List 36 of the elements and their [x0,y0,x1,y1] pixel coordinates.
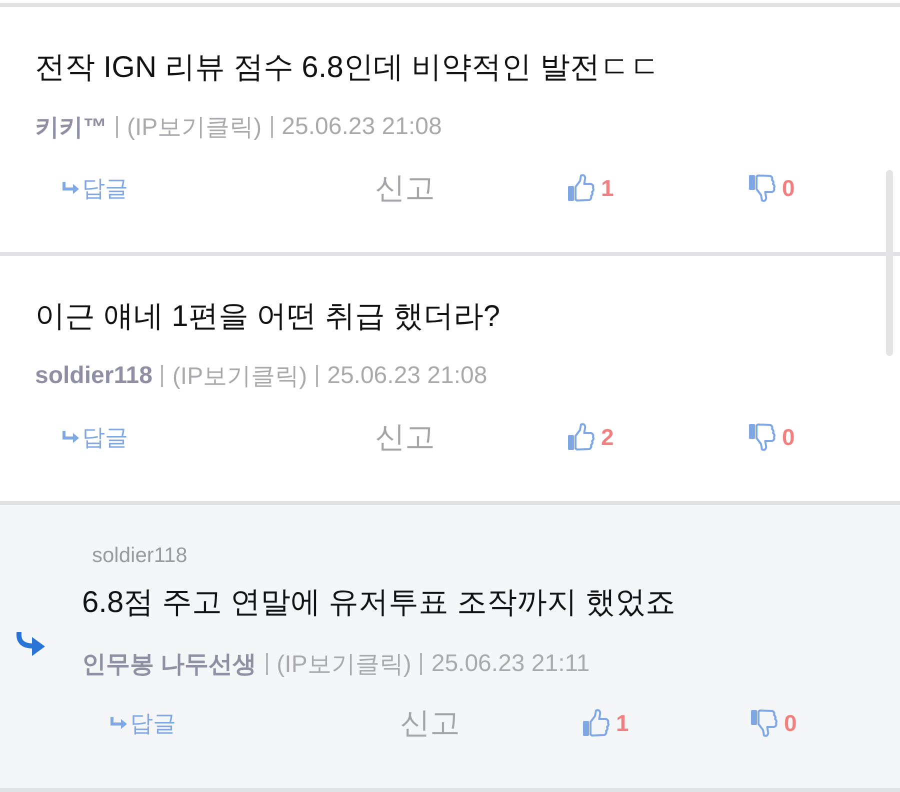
dislike-button[interactable]: 0 [748,173,795,203]
reply-arrow-icon [110,716,128,730]
thumbs-up-icon [567,173,595,203]
comment-text: 6.8점 주고 연말에 유저투표 조작까지 했었죠 [82,585,676,621]
comment-author: 키키™ [35,113,107,143]
thumbs-down-icon [748,422,776,452]
reply-to-author: soldier118 [92,543,188,569]
report-button[interactable]: 신고 [400,702,460,744]
comment-date: 25.06.23 21:11 [431,650,590,678]
reply-arrow-icon [16,632,46,658]
like-button[interactable]: 2 [567,422,614,452]
report-button[interactable]: 신고 [375,168,435,208]
ip-link[interactable]: (IP보기클릭) [127,111,262,143]
report-button[interactable]: 신고 [375,416,435,458]
reply-button[interactable]: 답글 [110,708,176,738]
reply-arrow-icon [62,430,80,444]
like-button[interactable]: 1 [567,173,614,203]
thumbs-up-icon [567,422,595,452]
thumbs-up-icon [582,708,610,738]
ip-link[interactable]: (IP보기클릭) [172,360,308,392]
dislike-button[interactable]: 0 [750,708,797,738]
scrollbar[interactable] [886,170,893,356]
reply-arrow-icon [62,181,80,195]
thumbs-down-icon [750,708,778,738]
dislike-button[interactable]: 0 [748,422,795,452]
thumbs-down-icon [748,173,776,203]
ip-link[interactable]: (IP보기클릭) [276,648,412,680]
comment-date: 25.06.23 21:08 [327,362,488,390]
comment-date: 25.06.23 21:08 [282,113,442,141]
reply-button[interactable]: 답글 [62,172,128,204]
like-button[interactable]: 1 [582,708,629,738]
comment-author: 인무봉 나두선생 [82,650,257,680]
comment-text: 전작 IGN 리뷰 점수 6.8인데 비약적인 발전ㄷㄷ [35,50,660,86]
reply-button[interactable]: 답글 [62,422,128,452]
comment-text: 이근 얘네 1편을 어떤 취급 했더라? [35,299,500,335]
comment-author: soldier118 [35,362,152,390]
